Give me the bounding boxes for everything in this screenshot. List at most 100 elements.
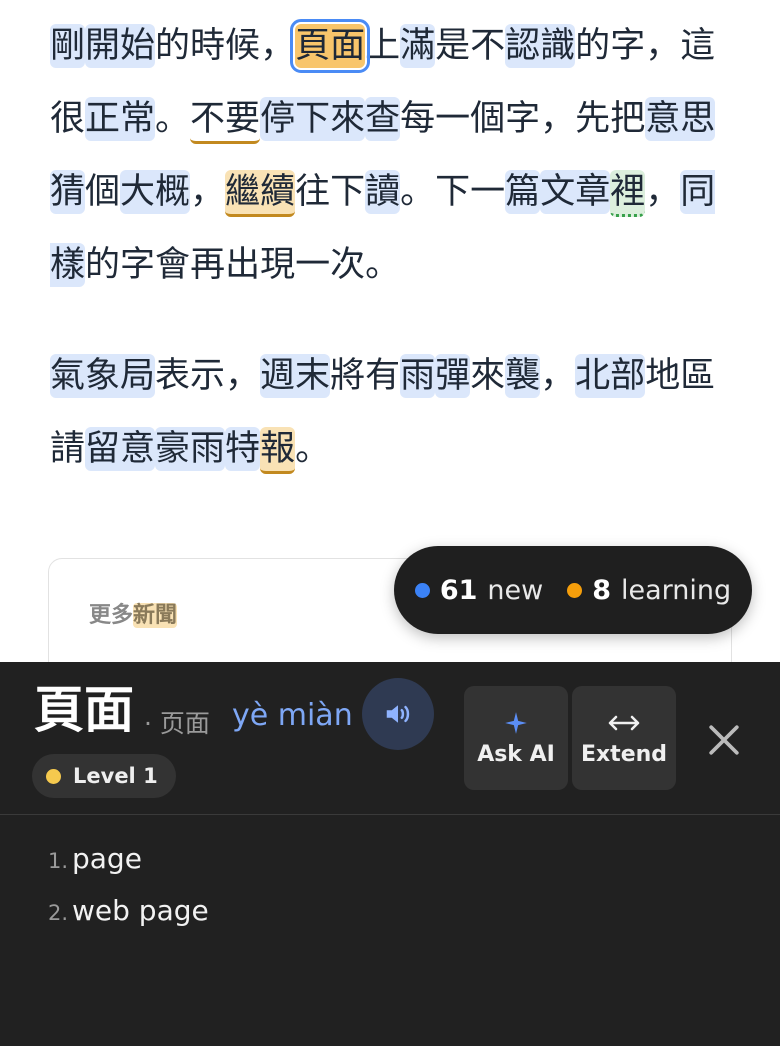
word-token[interactable]: 上: [365, 24, 400, 68]
word-token: ，: [540, 356, 576, 396]
word-token: 。: [400, 172, 436, 212]
word-token[interactable]: 不: [470, 24, 505, 68]
word-token[interactable]: 的: [575, 24, 610, 68]
word-token[interactable]: 個: [85, 170, 120, 214]
word-token[interactable]: 地: [645, 354, 680, 398]
word-token[interactable]: 滿: [400, 24, 436, 68]
word-token[interactable]: 文章: [540, 170, 611, 214]
word-token[interactable]: 個: [470, 97, 505, 141]
word-token[interactable]: 大概: [120, 170, 191, 214]
headword: 頁面: [34, 681, 134, 739]
word-token[interactable]: 一: [295, 243, 330, 287]
word-token[interactable]: 每: [400, 97, 435, 141]
word-token[interactable]: 一: [470, 170, 505, 214]
word-token: ，: [260, 26, 296, 66]
word-token[interactable]: 將: [330, 354, 365, 398]
word-token: ，: [645, 172, 681, 212]
word-token[interactable]: 報: [260, 427, 296, 474]
learning-words-stat: 8 learning: [567, 575, 731, 606]
word-token[interactable]: 次: [330, 243, 365, 287]
word-token[interactable]: 正常: [85, 97, 156, 141]
selected-word[interactable]: 頁面: [290, 19, 371, 73]
word-token[interactable]: 區: [680, 354, 715, 398]
word-token[interactable]: 週末: [260, 354, 331, 398]
speaker-icon: [386, 705, 410, 723]
word-token[interactable]: 雨: [400, 354, 436, 398]
word-token[interactable]: 下: [330, 170, 365, 214]
word-token[interactable]: 剛: [50, 24, 86, 68]
definition-number: 1.: [48, 849, 69, 873]
word-token[interactable]: 開始: [85, 24, 156, 68]
word-token[interactable]: 氣象局: [50, 354, 156, 398]
close-icon[interactable]: [702, 718, 746, 762]
word-token[interactable]: 篇: [505, 170, 541, 214]
definitions-list: 1. page 2. web page: [48, 842, 209, 946]
definition-number: 2.: [48, 901, 69, 925]
word-token: 。: [365, 245, 401, 285]
word-token[interactable]: 豪雨: [155, 427, 226, 471]
word-token: ，: [645, 26, 681, 66]
word-token[interactable]: 出現: [225, 243, 295, 287]
word-token[interactable]: 停下來: [260, 97, 366, 141]
vocab-counter-pill: 61 new 8 learning: [394, 546, 752, 634]
pinyin: yè miàn: [232, 698, 353, 733]
ask-ai-label: Ask AI: [477, 741, 555, 767]
word-token[interactable]: 意思: [645, 97, 716, 141]
word-token[interactable]: 字: [120, 243, 155, 287]
word-token[interactable]: 再: [190, 243, 225, 287]
word-token[interactable]: 會: [155, 243, 190, 287]
ask-ai-button[interactable]: Ask AI: [464, 686, 568, 790]
word-token: ，: [190, 172, 226, 212]
word-token[interactable]: 繼續: [225, 170, 296, 217]
word-token[interactable]: 襲: [505, 354, 541, 398]
word-token[interactable]: 字: [505, 97, 540, 141]
level-label: Level 1: [73, 764, 158, 788]
word-token[interactable]: 的: [155, 24, 190, 68]
word-token[interactable]: 北部: [575, 354, 646, 398]
more-news-highlight-word[interactable]: 新聞: [133, 603, 178, 628]
sparkle-icon: [505, 711, 527, 734]
word-token[interactable]: 來: [470, 354, 505, 398]
word-token[interactable]: 請: [50, 427, 85, 471]
word-token[interactable]: 往: [295, 170, 330, 214]
word-token[interactable]: 是: [435, 24, 470, 68]
paragraph-2: 氣象局表示，週末將有雨彈來襲，北部地區請留意豪雨特報。: [50, 340, 750, 486]
word-token[interactable]: 把: [610, 97, 645, 141]
level-dot-icon: [46, 768, 61, 784]
dictionary-header: 頁面 · 页面 yè miàn Level 1 Ask AI Extend: [0, 662, 780, 815]
word-token: ，: [540, 99, 576, 139]
word-token[interactable]: 讀: [365, 170, 401, 214]
reading-area: 剛開始的時候，頁面上滿是不認識的字，這很正常。不要停下來查每一個字，先把意思猜個…: [0, 0, 780, 662]
word-token[interactable]: 彈: [435, 354, 471, 398]
word-token[interactable]: 查: [365, 97, 401, 141]
word-token[interactable]: 猜: [50, 170, 86, 214]
word-token[interactable]: 不要: [190, 97, 261, 144]
word-token: 。: [155, 99, 191, 139]
word-token[interactable]: 這: [680, 24, 715, 68]
word-token[interactable]: 一: [435, 97, 470, 141]
word-token[interactable]: 認識: [505, 24, 576, 68]
word-token[interactable]: 裡: [610, 170, 646, 217]
play-audio-button[interactable]: [362, 678, 434, 750]
word-token[interactable]: 先: [575, 97, 610, 141]
word-token[interactable]: 很: [50, 97, 85, 141]
new-label: new: [487, 574, 544, 606]
word-token[interactable]: 的: [85, 243, 120, 287]
extend-button[interactable]: Extend: [572, 686, 676, 790]
word-token: 。: [295, 429, 331, 469]
definition-text: web page: [72, 894, 209, 927]
word-token[interactable]: 有: [365, 354, 400, 398]
word-token[interactable]: 下: [435, 170, 470, 214]
word-token[interactable]: 留意: [85, 427, 156, 471]
word-token[interactable]: 表示: [155, 354, 225, 398]
expand-horizontal-icon: [608, 715, 640, 730]
word-token[interactable]: 時候: [190, 24, 260, 68]
definition-item: 2. web page: [48, 894, 209, 946]
word-token[interactable]: 特: [225, 427, 261, 471]
word-token[interactable]: 字: [610, 24, 645, 68]
simplified-form: · 页面: [144, 709, 210, 738]
learning-label: learning: [621, 574, 732, 606]
definition-item: 1. page: [48, 842, 209, 894]
new-words-stat: 61 new: [414, 574, 544, 606]
new-dot-icon: [414, 582, 430, 598]
